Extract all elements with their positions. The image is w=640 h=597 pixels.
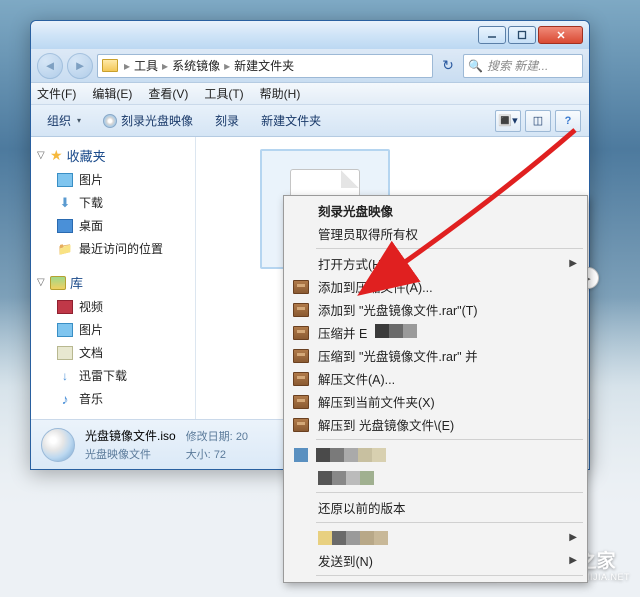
sidebar-item-downloads[interactable]: 下载 xyxy=(35,191,191,214)
rar-icon xyxy=(293,326,309,340)
breadcrumb-seg[interactable]: 新建文件夹 xyxy=(234,57,294,74)
rar-icon xyxy=(293,372,309,386)
ctx-burn-image[interactable]: 刻录光盘映像 xyxy=(286,199,585,222)
sidebar-item-thunder[interactable]: 迅雷下载 xyxy=(35,364,191,387)
sidebar-item-videos[interactable]: 视频 xyxy=(35,295,191,318)
breadcrumb-seg[interactable]: 工具 xyxy=(134,57,158,74)
collapse-icon: ▽ xyxy=(37,278,46,287)
pictures-icon xyxy=(57,323,73,337)
redacted-text xyxy=(318,471,374,485)
titlebar xyxy=(31,21,589,49)
rar-icon xyxy=(293,349,309,363)
ctx-send-to[interactable]: 发送到(N)▶ xyxy=(286,549,585,572)
menubar: 文件(F) 编辑(E) 查看(V) 工具(T) 帮助(H) xyxy=(31,83,589,105)
document-icon xyxy=(57,346,73,360)
disc-icon xyxy=(103,114,117,128)
rar-icon xyxy=(293,418,309,432)
ctx-redacted-1[interactable] xyxy=(286,443,585,466)
menu-edit[interactable]: 编辑(E) xyxy=(92,85,132,102)
address-bar: ◄ ► ▸ 工具 ▸ 系统镜像 ▸ 新建文件夹 ↻ 🔍 搜索 新建... xyxy=(31,49,589,83)
ctx-extract-here[interactable]: 解压到当前文件夹(X) xyxy=(286,390,585,413)
detail-filetype: 光盘映像文件 xyxy=(85,446,176,462)
sidebar-item-recent[interactable]: 最近访问的位置 xyxy=(35,237,191,260)
breadcrumb[interactable]: ▸ 工具 ▸ 系统镜像 ▸ 新建文件夹 xyxy=(97,54,433,78)
rar-icon xyxy=(293,395,309,409)
separator xyxy=(316,248,583,249)
ctx-compress-and[interactable]: 压缩并 E xyxy=(286,321,585,344)
ctx-add-rar[interactable]: 添加到 "光盘镜像文件.rar"(T) xyxy=(286,298,585,321)
separator xyxy=(316,575,583,576)
burn-image-button[interactable]: 刻录光盘映像 xyxy=(95,109,201,132)
recent-icon xyxy=(57,242,73,256)
library-icon xyxy=(50,276,66,290)
libraries-group[interactable]: ▽库 xyxy=(35,270,191,295)
sidebar-item-desktop[interactable]: 桌面 xyxy=(35,214,191,237)
search-input[interactable]: 🔍 搜索 新建... xyxy=(463,54,583,78)
music-icon xyxy=(57,392,73,406)
ctx-redacted-2[interactable] xyxy=(286,466,585,489)
breadcrumb-seg[interactable]: 系统镜像 xyxy=(172,57,220,74)
preview-pane-button[interactable]: ◫ xyxy=(525,110,551,132)
ctx-open-with[interactable]: 打开方式(H)▶ xyxy=(286,252,585,275)
refresh-button[interactable]: ↻ xyxy=(437,55,459,77)
toolbar: 组织 刻录光盘映像 刻录 新建文件夹 🔳▾ ◫ ? xyxy=(31,105,589,137)
nav-forward-button[interactable]: ► xyxy=(67,53,93,79)
sidebar-item-lib-pictures[interactable]: 图片 xyxy=(35,318,191,341)
favorites-group[interactable]: ▽★收藏夹 xyxy=(35,143,191,168)
detail-filename: 光盘镜像文件.iso xyxy=(85,427,176,444)
rar-icon xyxy=(293,280,309,294)
redacted-text xyxy=(316,448,386,462)
organize-button[interactable]: 组织 xyxy=(39,109,89,132)
menu-view[interactable]: 查看(V) xyxy=(148,85,188,102)
sidebar-item-pictures[interactable]: 图片 xyxy=(35,168,191,191)
search-placeholder: 搜索 新建... xyxy=(487,57,548,74)
ctx-restore-prev[interactable]: 还原以前的版本 xyxy=(286,496,585,519)
minimize-button[interactable] xyxy=(478,26,506,44)
sidebar-item-documents[interactable]: 文档 xyxy=(35,341,191,364)
star-icon: ★ xyxy=(50,147,63,164)
nav-sidebar: ▽★收藏夹 图片 下载 桌面 最近访问的位置 ▽库 视频 图片 文档 迅雷下载 … xyxy=(31,137,196,419)
new-folder-button[interactable]: 新建文件夹 xyxy=(253,109,329,132)
separator xyxy=(316,492,583,493)
folder-icon xyxy=(102,59,118,72)
thunder-icon xyxy=(57,369,73,383)
nav-back-button[interactable]: ◄ xyxy=(37,53,63,79)
disc-icon xyxy=(41,428,75,462)
separator xyxy=(316,439,583,440)
app-icon xyxy=(294,448,308,462)
submenu-arrow-icon: ▶ xyxy=(569,532,577,543)
search-icon: 🔍 xyxy=(468,59,483,73)
ctx-extract-to[interactable]: 解压到 光盘镜像文件\(E) xyxy=(286,413,585,436)
redacted-text xyxy=(375,324,417,342)
close-button[interactable] xyxy=(538,26,583,44)
download-icon xyxy=(57,196,73,210)
menu-help[interactable]: 帮助(H) xyxy=(260,85,301,102)
submenu-arrow-icon: ▶ xyxy=(569,555,577,566)
maximize-button[interactable] xyxy=(508,26,536,44)
rar-icon xyxy=(293,303,309,317)
redacted-text xyxy=(318,531,388,545)
video-icon xyxy=(57,300,73,314)
pictures-icon xyxy=(57,173,73,187)
submenu-arrow-icon: ▶ xyxy=(569,258,577,269)
help-button[interactable]: ? xyxy=(555,110,581,132)
context-menu: 刻录光盘映像 管理员取得所有权 打开方式(H)▶ 添加到压缩文件(A)... 添… xyxy=(283,195,588,583)
ctx-add-archive[interactable]: 添加到压缩文件(A)... xyxy=(286,275,585,298)
view-mode-button[interactable]: 🔳▾ xyxy=(495,110,521,132)
menu-tools[interactable]: 工具(T) xyxy=(204,85,243,102)
burn-button[interactable]: 刻录 xyxy=(207,109,247,132)
sidebar-item-music[interactable]: 音乐 xyxy=(35,387,191,410)
menu-file[interactable]: 文件(F) xyxy=(37,85,76,102)
ctx-redacted-3[interactable]: ▶ xyxy=(286,526,585,549)
ctx-extract[interactable]: 解压文件(A)... xyxy=(286,367,585,390)
ctx-admin-own[interactable]: 管理员取得所有权 xyxy=(286,222,585,245)
desktop-icon xyxy=(57,219,73,233)
separator xyxy=(316,522,583,523)
collapse-icon: ▽ xyxy=(37,151,46,160)
ctx-compress-to[interactable]: 压缩到 "光盘镜像文件.rar" 并 xyxy=(286,344,585,367)
